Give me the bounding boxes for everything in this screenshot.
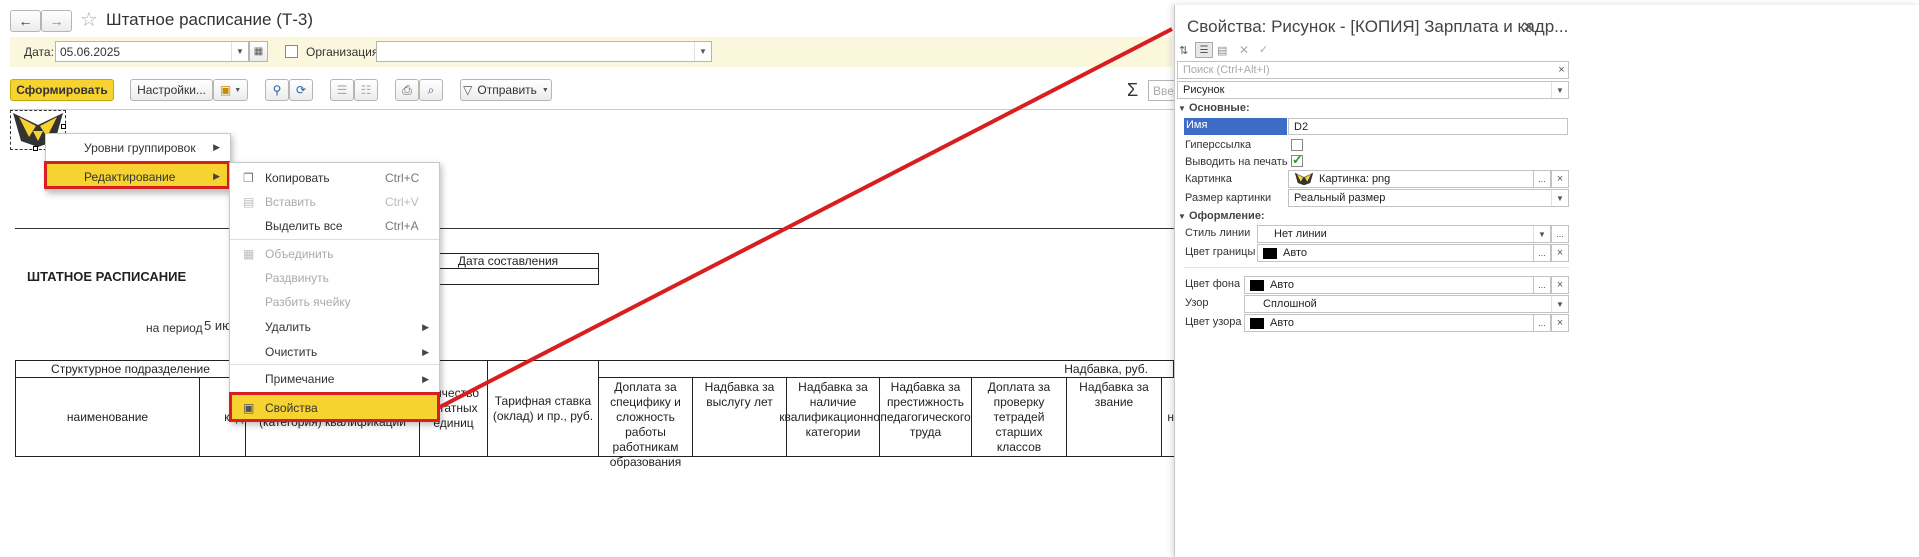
prop-pattern-color-input[interactable]: Авто [1244,314,1534,332]
pattern-color-clear-button[interactable]: × [1551,314,1569,332]
color-swatch [1250,279,1264,291]
clear-search-button[interactable]: × [1555,61,1569,79]
prop-pattern-label: Узор [1185,297,1209,309]
prop-line-style-label: Стиль линии [1185,227,1251,239]
owl-logo-icon [1294,172,1314,186]
bg-color-clear-button[interactable]: × [1551,276,1569,294]
border-color-clear-button[interactable]: × [1551,244,1569,262]
color-swatch [1263,247,1277,259]
prop-print-label: Выводить на печать [1185,156,1288,168]
object-type-select[interactable]: Рисунок ▼ [1177,81,1569,99]
hyperlink-checkbox[interactable] [1291,139,1303,151]
prop-bg-color-input[interactable]: Авто [1244,276,1534,294]
picture-select-button[interactable]: ... [1533,170,1551,188]
annotation-arrow [437,27,1173,410]
prop-bg-color-label: Цвет фона [1185,278,1241,290]
prop-name-input[interactable]: D2 [1288,118,1568,135]
properties-divider [1184,267,1569,268]
prop-name-label-cell[interactable]: Имя [1184,118,1287,135]
chevron-down-icon[interactable]: ▼ [1533,226,1550,242]
line-style-more-button[interactable]: ... [1551,225,1569,243]
prop-border-color-label: Цвет границы [1185,246,1256,258]
prop-picture-size-select[interactable]: Реальный размер ▼ [1288,189,1569,207]
triangle-down-icon: ▼ [1178,104,1186,113]
properties-search-input[interactable]: Поиск (Ctrl+Alt+I) [1177,61,1556,79]
prop-pattern-color-label: Цвет узора [1185,316,1242,328]
color-swatch [1250,317,1264,329]
prop-picture-input[interactable]: Картинка: png [1288,170,1534,188]
checkmark-icon[interactable]: ✓ [1259,43,1268,56]
prop-picture-label: Картинка [1185,173,1232,185]
prop-border-color-input[interactable]: Авто [1257,244,1534,262]
prop-hyperlink-label: Гиперссылка [1185,139,1252,151]
section-design-header[interactable]: ▼ Оформление: [1178,210,1265,222]
prop-picture-size-label: Размер картинки [1185,192,1272,204]
chevron-down-icon[interactable]: ▼ [1551,190,1568,206]
bg-color-more-button[interactable]: ... [1533,276,1551,294]
properties-panel: Свойства: Рисунок - [КОПИЯ] Зарплата и к… [1174,5,1919,557]
chevron-down-icon[interactable]: ▼ [1551,82,1568,98]
categories-icon[interactable]: ☰ [1195,42,1213,58]
print-checkbox[interactable]: ✓ [1291,152,1303,167]
prop-line-style-select[interactable]: Нет линии ▼ [1257,225,1551,243]
pattern-color-more-button[interactable]: ... [1533,314,1551,332]
border-color-more-button[interactable]: ... [1533,244,1551,262]
triangle-down-icon: ▼ [1178,212,1186,221]
section-main-header[interactable]: ▼ Основные: [1178,102,1250,114]
sort-az-icon[interactable]: ⇅ [1179,44,1188,57]
picture-clear-button[interactable]: × [1551,170,1569,188]
chevron-down-icon[interactable]: ▼ [1551,296,1568,312]
checkmark-icon: ✓ [1292,152,1303,167]
properties-title: Свойства: Рисунок - [КОПИЯ] Зарплата и к… [1187,17,1569,36]
prop-pattern-select[interactable]: Сплошной ▼ [1244,295,1569,313]
properties-close-button[interactable]: ✕ [1522,18,1535,36]
close-icon[interactable]: ✕ [1239,43,1249,57]
filter-icon[interactable]: ▤ [1217,44,1227,57]
